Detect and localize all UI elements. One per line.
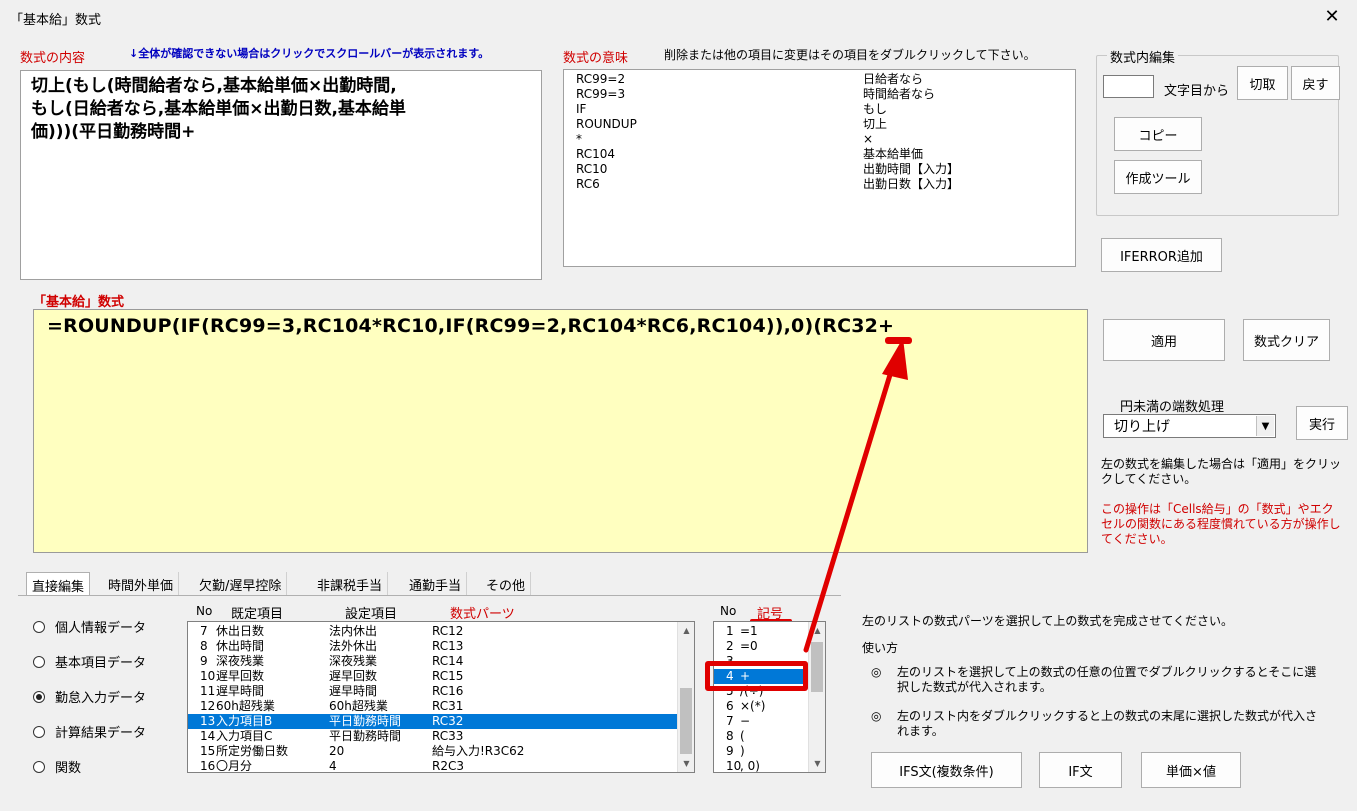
annotation-arrow — [803, 337, 912, 653]
arrow-shaft — [803, 362, 896, 653]
cursor-marker — [885, 337, 912, 344]
arrow-head — [882, 338, 908, 380]
